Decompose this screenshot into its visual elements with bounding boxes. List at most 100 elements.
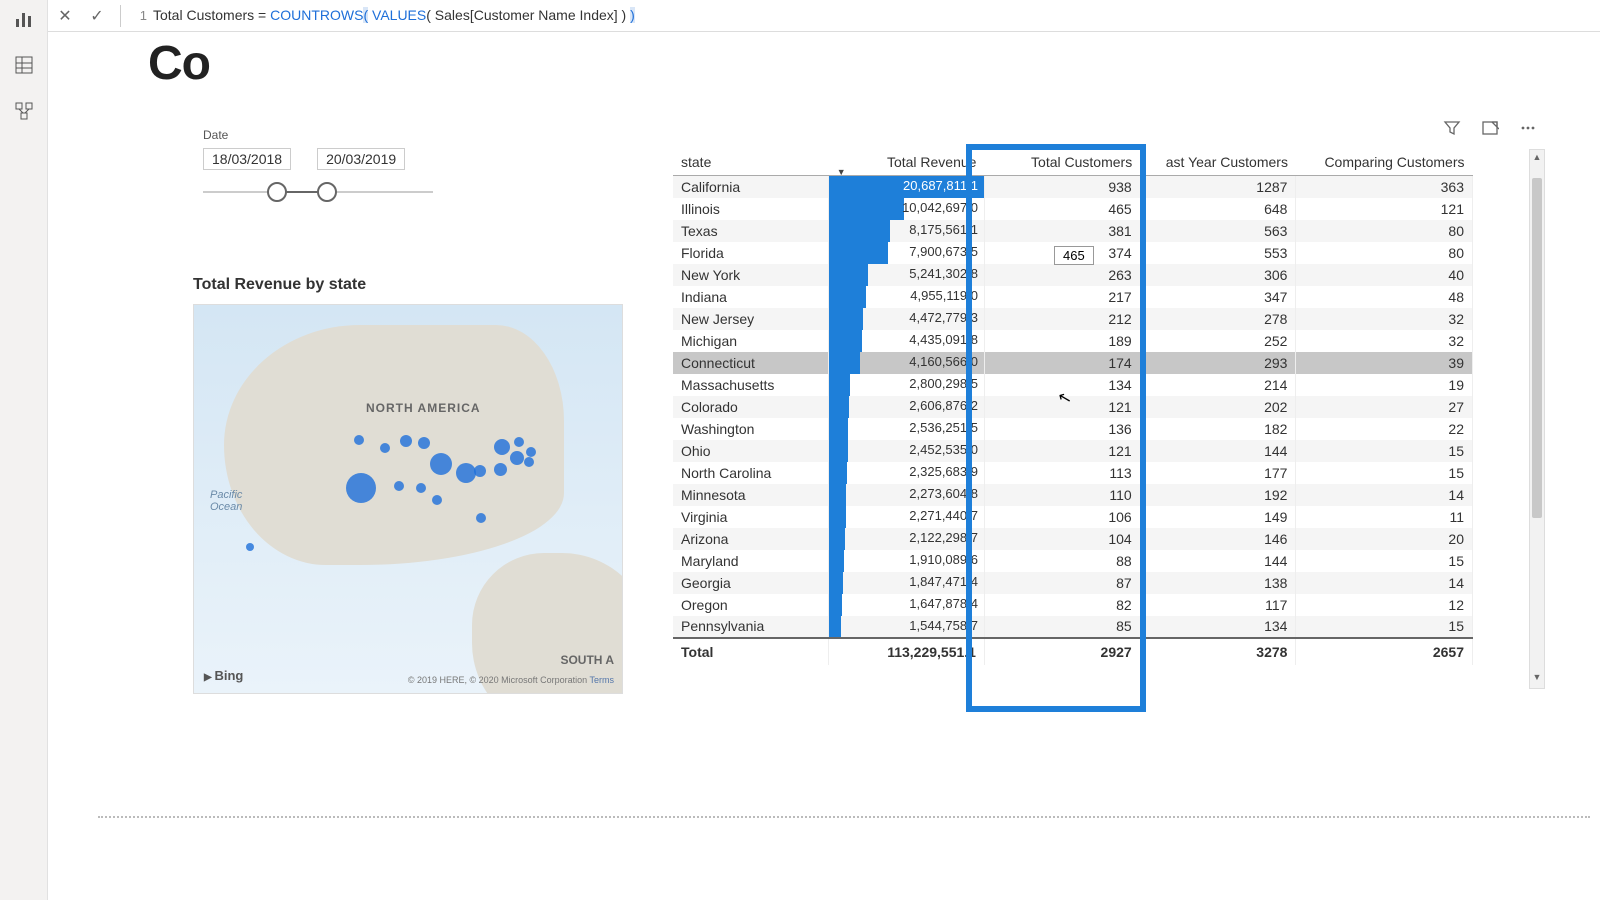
slicer-label: Date: [203, 128, 433, 142]
scroll-thumb[interactable]: [1532, 178, 1542, 518]
cell-comparing: 14: [1296, 484, 1473, 506]
cell-customers: 174: [984, 352, 1140, 374]
cell-customers: 136: [984, 418, 1140, 440]
cell-comparing: 121: [1296, 198, 1473, 220]
map-credits: © 2019 HERE, © 2020 Microsoft Corporatio…: [408, 675, 614, 685]
cancel-formula-button[interactable]: ✕: [52, 3, 78, 29]
cell-last-year: 138: [1140, 572, 1296, 594]
formula-line-number: 1: [131, 8, 147, 23]
slicer-to-value[interactable]: 20/03/2019: [317, 148, 405, 170]
cell-customers: 465: [984, 198, 1140, 220]
model-view-icon[interactable]: [13, 100, 35, 122]
col-header-last-year[interactable]: ast Year Customers: [1140, 149, 1296, 176]
focus-mode-icon[interactable]: [1480, 118, 1500, 138]
cell-state: Arizona: [673, 528, 829, 550]
formula-text[interactable]: Total Customers = COUNTROWS( VALUES( Sal…: [153, 7, 635, 24]
data-view-icon[interactable]: [13, 54, 35, 76]
col-header-state[interactable]: state: [673, 149, 829, 176]
cell-revenue: 7,900,673.5: [829, 242, 985, 264]
cell-state: Florida: [673, 242, 829, 264]
table-row[interactable]: Arizona2,122,298.710414620: [673, 528, 1473, 550]
slicer-handle-to[interactable]: [317, 182, 337, 202]
cell-state: Illinois: [673, 198, 829, 220]
cell-customers: 212: [984, 308, 1140, 330]
col-header-comparing[interactable]: Comparing Customers: [1296, 149, 1473, 176]
table-visual[interactable]: state Total Revenue▼ Total Customers ast…: [673, 149, 1473, 689]
table-row[interactable]: Michigan4,435,091.818925232: [673, 330, 1473, 352]
cell-last-year: 252: [1140, 330, 1296, 352]
table-row[interactable]: Texas8,175,561.138156380: [673, 220, 1473, 242]
cell-state: Indiana: [673, 286, 829, 308]
cell-last-year: 149: [1140, 506, 1296, 528]
table-row[interactable]: Minnesota2,273,604.811019214: [673, 484, 1473, 506]
table-row[interactable]: Georgia1,847,471.48713814: [673, 572, 1473, 594]
total-revenue: 113,229,551.1: [829, 638, 985, 665]
scroll-down-icon[interactable]: ▼: [1532, 672, 1542, 686]
cell-last-year: 117: [1140, 594, 1296, 616]
cell-comparing: 12: [1296, 594, 1473, 616]
table-row[interactable]: Indiana4,955,119.021734748: [673, 286, 1473, 308]
cell-last-year: 648: [1140, 198, 1296, 220]
table-row[interactable]: Pennsylvania1,544,758.78513415: [673, 616, 1473, 638]
cell-customers: 263: [984, 264, 1140, 286]
cell-last-year: 202: [1140, 396, 1296, 418]
cell-revenue: 2,325,683.9: [829, 462, 985, 484]
cell-revenue: 2,606,876.2: [829, 396, 985, 418]
cell-last-year: 306: [1140, 264, 1296, 286]
table-row[interactable]: Washington2,536,251.513618222: [673, 418, 1473, 440]
report-view-icon[interactable]: [13, 8, 35, 30]
table-row[interactable]: New Jersey4,472,779.321227832: [673, 308, 1473, 330]
cell-last-year: 293: [1140, 352, 1296, 374]
table-row[interactable]: Massachusetts2,800,298.513421419: [673, 374, 1473, 396]
bing-logo: Bing: [204, 668, 243, 683]
cell-comparing: 39: [1296, 352, 1473, 374]
date-slicer[interactable]: Date 18/03/2018 20/03/2019: [203, 128, 433, 204]
cell-revenue: 2,452,535.0: [829, 440, 985, 462]
filter-icon[interactable]: [1442, 118, 1462, 138]
table-row[interactable]: North Carolina2,325,683.911317715: [673, 462, 1473, 484]
table-row[interactable]: California20,687,811.19381287363: [673, 176, 1473, 198]
commit-formula-button[interactable]: ✓: [84, 3, 110, 29]
table-total-row: Total 113,229,551.1 2927 3278 2657: [673, 638, 1473, 665]
table-row[interactable]: Connecticut4,160,566.017429339: [673, 352, 1473, 374]
map-label-sa: SOUTH A: [560, 653, 614, 667]
table-scrollbar[interactable]: ▲ ▼: [1529, 149, 1545, 689]
cell-customers: 217: [984, 286, 1140, 308]
report-canvas: ✕ ✓ 1 Total Customers = COUNTROWS( VALUE…: [48, 0, 1600, 900]
table-row[interactable]: Ohio2,452,535.012114415: [673, 440, 1473, 462]
table-row[interactable]: Virginia2,271,440.710614911: [673, 506, 1473, 528]
cell-revenue: 10,042,697.0: [829, 198, 985, 220]
table-row[interactable]: Maryland1,910,089.68814415: [673, 550, 1473, 572]
cell-state: New York: [673, 264, 829, 286]
table-header-row: state Total Revenue▼ Total Customers ast…: [673, 149, 1473, 176]
col-header-revenue[interactable]: Total Revenue▼: [829, 149, 985, 176]
map-canvas[interactable]: NORTH AMERICA SOUTH A Pacific Ocean: [193, 304, 623, 694]
slicer-handle-from[interactable]: [267, 182, 287, 202]
table-row[interactable]: Oregon1,647,878.48211712: [673, 594, 1473, 616]
table-row[interactable]: Illinois10,042,697.0465648121: [673, 198, 1473, 220]
cell-tooltip: 465: [1054, 246, 1094, 265]
cell-comparing: 363: [1296, 176, 1473, 198]
cell-revenue: 20,687,811.1: [829, 176, 985, 198]
cell-customers: 106: [984, 506, 1140, 528]
map-terms-link[interactable]: Terms: [590, 675, 615, 685]
formula-bar[interactable]: ✕ ✓ 1 Total Customers = COUNTROWS( VALUE…: [48, 0, 1600, 32]
slicer-from-value[interactable]: 18/03/2018: [203, 148, 291, 170]
table-row[interactable]: New York5,241,302.826330640: [673, 264, 1473, 286]
scroll-up-icon[interactable]: ▲: [1532, 152, 1542, 166]
cell-revenue: 4,435,091.8: [829, 330, 985, 352]
cell-customers: 87: [984, 572, 1140, 594]
cell-revenue: 2,122,298.7: [829, 528, 985, 550]
cell-comparing: 40: [1296, 264, 1473, 286]
cell-customers: 113: [984, 462, 1140, 484]
cell-last-year: 146: [1140, 528, 1296, 550]
cell-revenue: 1,847,471.4: [829, 572, 985, 594]
cell-comparing: 15: [1296, 462, 1473, 484]
col-header-customers[interactable]: Total Customers: [984, 149, 1140, 176]
table-row[interactable]: Colorado2,606,876.212120227: [673, 396, 1473, 418]
map-visual[interactable]: Total Revenue by state NORTH AMERICA SOU…: [193, 276, 623, 694]
more-options-icon[interactable]: [1518, 118, 1538, 138]
slicer-track[interactable]: [203, 180, 433, 204]
cell-revenue: 1,647,878.4: [829, 594, 985, 616]
cell-state: Georgia: [673, 572, 829, 594]
